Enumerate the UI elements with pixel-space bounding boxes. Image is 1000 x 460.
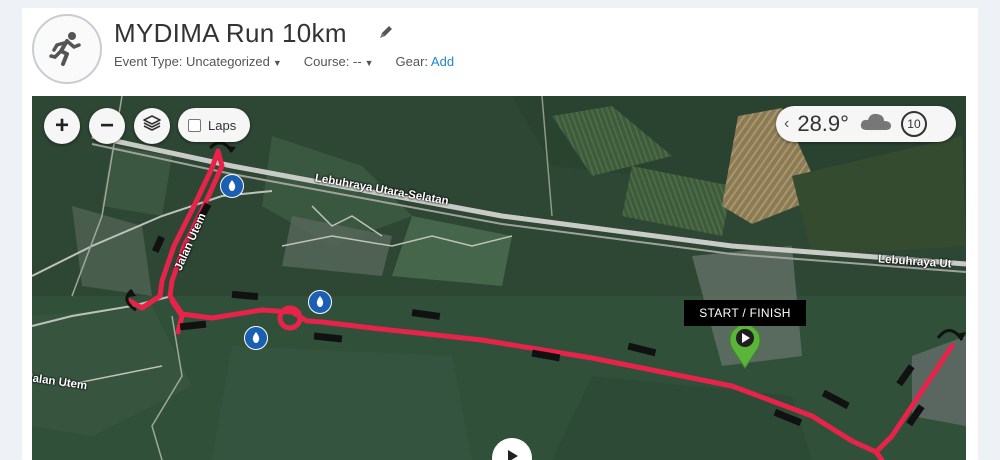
zoom-out-button[interactable]: − [89, 108, 125, 144]
laps-checkbox[interactable] [188, 118, 201, 132]
wind-speed-indicator: 10 [900, 111, 927, 137]
course-dropdown[interactable]: Course: -- ▼ [304, 54, 374, 69]
runner-icon [32, 14, 102, 84]
layers-icon [142, 112, 162, 140]
caret-down-icon: ▼ [272, 58, 282, 68]
play-icon [504, 448, 520, 460]
water-station-icon[interactable] [220, 174, 244, 198]
activity-meta: Event Type: Uncategorized ▼ Course: -- ▼ G… [114, 54, 476, 69]
activity-title: MYDIMA Run 10km [114, 18, 347, 48]
temperature-value: 28.9° [797, 111, 849, 136]
layers-button[interactable] [134, 108, 170, 144]
start-finish-label: START / FINISH [684, 300, 806, 326]
chevron-left-icon[interactable]: ‹ [784, 115, 789, 133]
gear-field: Gear: Add [396, 54, 455, 69]
caret-down-icon: ▼ [364, 58, 374, 68]
laps-toggle[interactable]: Laps [178, 108, 250, 142]
zoom-in-button[interactable]: + [44, 108, 80, 144]
weather-widget: ‹ 28.9° 10 [776, 106, 956, 142]
activity-header: MYDIMA Run 10km Event Type: Uncategorize… [22, 8, 978, 94]
event-type-dropdown[interactable]: Event Type: Uncategorized ▼ [114, 54, 282, 69]
pencil-icon[interactable] [378, 24, 394, 45]
gear-add-link[interactable]: Add [431, 54, 454, 69]
event-type-label: Event Type: Uncategorized [114, 54, 270, 69]
activity-card: MYDIMA Run 10km Event Type: Uncategorize… [22, 8, 978, 460]
satellite-map-background [32, 96, 966, 460]
laps-label: Laps [208, 117, 237, 133]
water-station-icon[interactable] [244, 326, 268, 350]
cloud-icon [859, 110, 893, 138]
gear-label: Gear: [395, 54, 429, 69]
water-station-icon[interactable] [308, 290, 332, 314]
course-label: Course: -- [303, 54, 362, 69]
route-map[interactable]: + − Laps ‹ 28.9° 10 Lebuhraya Utara-Sela… [32, 96, 966, 460]
